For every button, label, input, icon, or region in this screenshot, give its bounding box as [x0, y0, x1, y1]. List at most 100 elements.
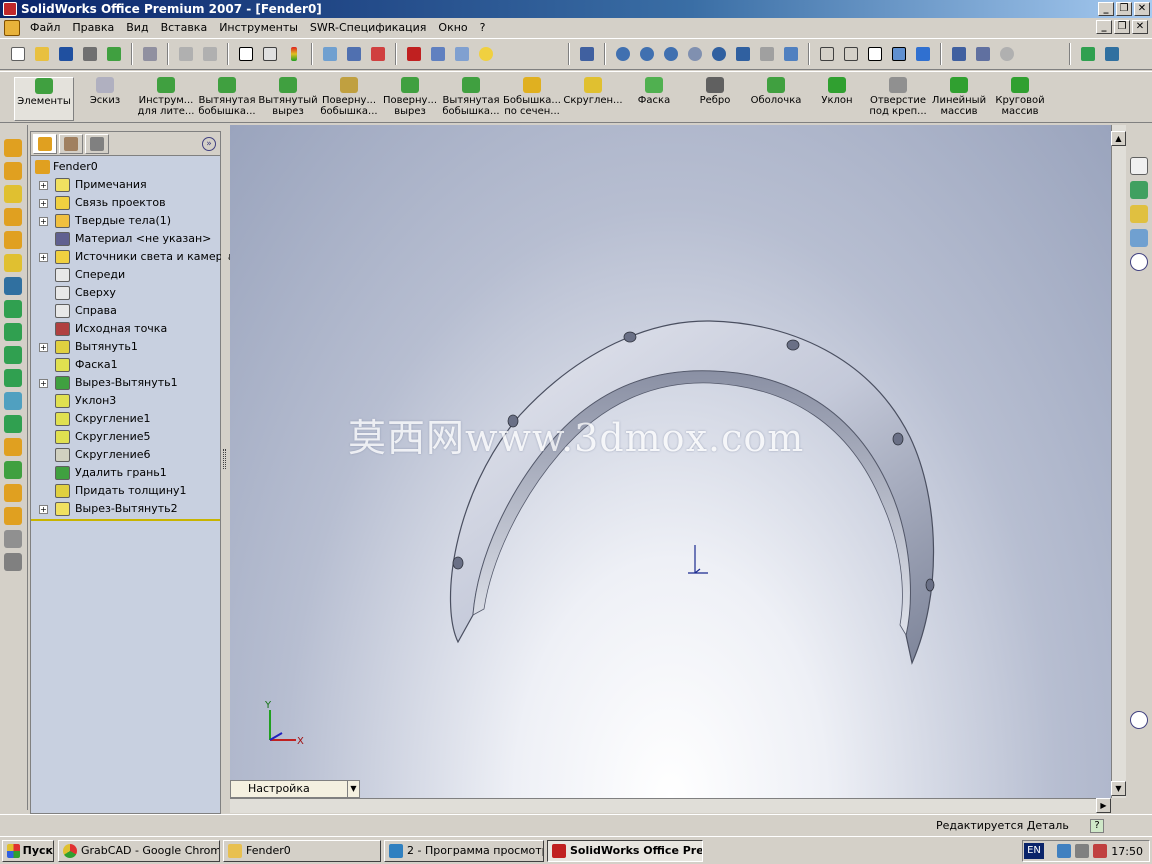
- feature-button-11[interactable]: Ребро: [685, 77, 745, 121]
- expand-icon[interactable]: +: [39, 181, 48, 190]
- task-solidworks[interactable]: SolidWorks Office Pre...: [547, 839, 703, 862]
- left-tool-icon-14[interactable]: [4, 461, 22, 479]
- feature-button-12[interactable]: Оболочка: [746, 77, 806, 121]
- design-library-icon[interactable]: [1130, 181, 1148, 199]
- left-tool-icon-5[interactable]: [4, 254, 22, 272]
- feature-button-9[interactable]: Скруглен...: [563, 77, 623, 121]
- scroll-right-icon[interactable]: ▶: [1096, 798, 1111, 813]
- expand-icon[interactable]: +: [39, 217, 48, 226]
- open-icon[interactable]: [32, 44, 52, 64]
- help-icon[interactable]: [476, 44, 496, 64]
- print-preview-icon[interactable]: [140, 44, 160, 64]
- feature-button-0[interactable]: Элементы: [14, 77, 74, 121]
- tree-item[interactable]: + Связь проектов: [31, 194, 220, 212]
- save-icon[interactable]: [56, 44, 76, 64]
- menu-window[interactable]: Окно: [432, 19, 473, 37]
- hidden-lines-visible-icon[interactable]: [841, 44, 861, 64]
- rotate-icon[interactable]: [709, 44, 729, 64]
- left-tool-icon-4[interactable]: [4, 231, 22, 249]
- scroll-up-icon[interactable]: ▲: [1111, 131, 1126, 146]
- panel-splitter[interactable]: [221, 131, 228, 814]
- print-icon[interactable]: [80, 44, 100, 64]
- start-button[interactable]: Пуск: [2, 839, 54, 862]
- selection-filter-icon[interactable]: [260, 44, 280, 64]
- menu-insert[interactable]: Вставка: [155, 19, 214, 37]
- feature-button-1[interactable]: Эскиз: [75, 77, 135, 121]
- doc-close-button[interactable]: ✕: [1132, 20, 1148, 34]
- close-button[interactable]: ✕: [1134, 2, 1150, 16]
- tree-item[interactable]: Сверху: [31, 284, 220, 302]
- tab-feature-tree[interactable]: [33, 133, 57, 154]
- tree-item[interactable]: + Вытянуть1: [31, 338, 220, 356]
- shadows-icon[interactable]: [949, 44, 969, 64]
- feature-button-8[interactable]: Бобышка... по сечен...: [502, 77, 562, 121]
- expand-icon[interactable]: +: [39, 343, 48, 352]
- doc-minimize-button[interactable]: _: [1096, 20, 1112, 34]
- left-tool-icon-3[interactable]: [4, 208, 22, 226]
- select-icon[interactable]: [236, 44, 256, 64]
- network-icon[interactable]: [1057, 844, 1072, 858]
- part-icon[interactable]: [404, 44, 424, 64]
- left-tool-icon-11[interactable]: [4, 392, 22, 410]
- left-tool-icon-2[interactable]: [4, 185, 22, 203]
- realview-icon[interactable]: [997, 44, 1017, 64]
- feature-button-13[interactable]: Уклон: [807, 77, 867, 121]
- expand-icon[interactable]: +: [39, 379, 48, 388]
- tree-item[interactable]: + Примечания: [31, 176, 220, 194]
- expand-icon[interactable]: +: [39, 253, 48, 262]
- left-tool-icon-12[interactable]: [4, 415, 22, 433]
- tree-item[interactable]: + Вырез-Вытянуть2: [31, 500, 220, 518]
- task-viewer[interactable]: 2 - Программа просмотр...: [384, 839, 544, 862]
- zoom-in-out-icon[interactable]: [661, 44, 681, 64]
- antivirus-icon[interactable]: [1093, 844, 1108, 858]
- feature-button-2[interactable]: Инструм... для лите...: [136, 77, 196, 121]
- tree-item[interactable]: Материал <не указан>: [31, 230, 220, 248]
- chevron-down-icon[interactable]: ▼: [347, 781, 359, 797]
- traffic-light-icon[interactable]: [284, 44, 304, 64]
- rollback-bar[interactable]: [31, 519, 220, 521]
- grid-icon[interactable]: [320, 44, 340, 64]
- menu-tools[interactable]: Инструменты: [213, 19, 304, 37]
- zebra-icon[interactable]: [1102, 44, 1122, 64]
- graphics-area[interactable]: Y X 莫西网www.3dmox.com Настройка ▼: [230, 125, 1111, 798]
- tree-item[interactable]: Скругление1: [31, 410, 220, 428]
- left-tool-icon-10[interactable]: [4, 369, 22, 387]
- shaded-with-edges-icon[interactable]: [889, 44, 909, 64]
- tree-item[interactable]: + Источники света и камеры: [31, 248, 231, 266]
- status-help-icon[interactable]: ?: [1090, 819, 1104, 833]
- left-tool-icon-1[interactable]: [4, 162, 22, 180]
- scroll-down-icon[interactable]: ▼: [1111, 781, 1126, 796]
- doc-restore-button[interactable]: ❐: [1114, 20, 1130, 34]
- left-tool-icon-13[interactable]: [4, 438, 22, 456]
- curvature-icon[interactable]: [1078, 44, 1098, 64]
- document-icon[interactable]: [4, 20, 20, 36]
- horizontal-scrollbar[interactable]: ▶: [230, 798, 1111, 813]
- left-tool-icon-18[interactable]: [4, 553, 22, 571]
- feature-button-3[interactable]: Вытянутая бобышка...: [197, 77, 257, 121]
- file-explorer-icon[interactable]: [1130, 205, 1148, 223]
- expand-icon[interactable]: +: [39, 199, 48, 208]
- tree-item[interactable]: Придать толщину1: [31, 482, 220, 500]
- expand-icon[interactable]: +: [39, 505, 48, 514]
- minimize-button[interactable]: _: [1098, 2, 1114, 16]
- view-orientation-icon[interactable]: [781, 44, 801, 64]
- left-tool-icon-15[interactable]: [4, 484, 22, 502]
- feature-button-16[interactable]: Круговой массив: [990, 77, 1050, 121]
- feature-button-7[interactable]: Вытянутая бобышка...: [441, 77, 501, 121]
- tree-item[interactable]: + Твердые тела(1): [31, 212, 220, 230]
- menu-swr-spec[interactable]: SWR-Спецификация: [304, 19, 433, 37]
- tree-item[interactable]: Справа: [31, 302, 220, 320]
- tree-item[interactable]: Исходная точка: [31, 320, 220, 338]
- configuration-tab[interactable]: Настройка ▼: [230, 780, 360, 798]
- feature-button-6[interactable]: Поверну... вырез: [380, 77, 440, 121]
- tree-item[interactable]: Фаска1: [31, 356, 220, 374]
- toolbox-icon[interactable]: [344, 44, 364, 64]
- left-tool-icon-7[interactable]: [4, 300, 22, 318]
- tree-item[interactable]: Скругление5: [31, 428, 220, 446]
- menu-view[interactable]: Вид: [120, 19, 154, 37]
- redo-icon[interactable]: [200, 44, 220, 64]
- pan-icon[interactable]: [733, 44, 753, 64]
- menu-edit[interactable]: Правка: [66, 19, 120, 37]
- feature-button-15[interactable]: Линейный массив: [929, 77, 989, 121]
- speaker-icon[interactable]: [1075, 844, 1090, 858]
